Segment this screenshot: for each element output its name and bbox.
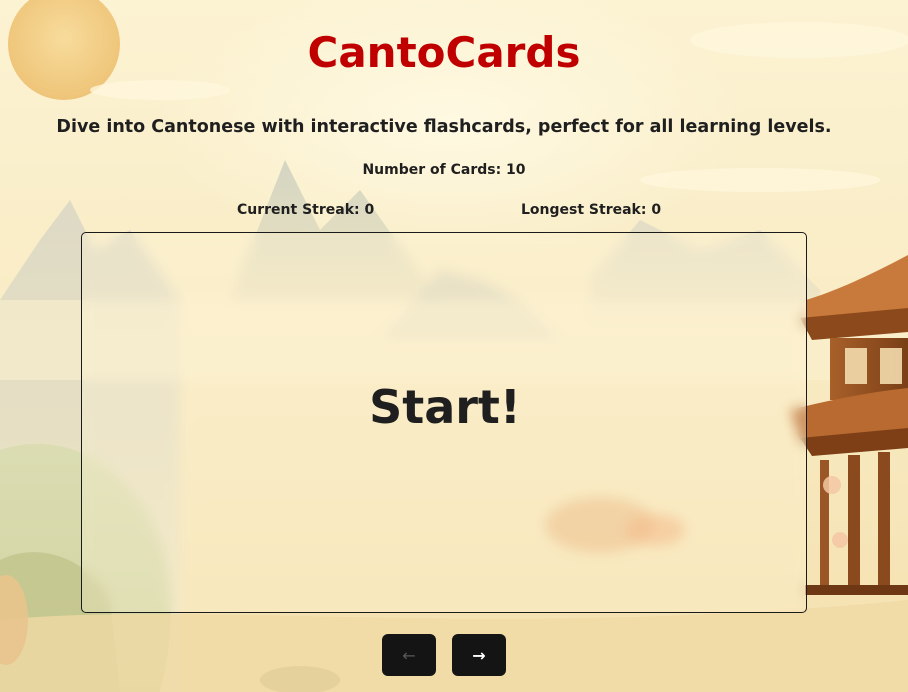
- current-streak-label: Current Streak: 0: [237, 202, 375, 218]
- pavilion-illustration: [790, 255, 908, 595]
- card-count-label: Number of Cards: 10: [362, 162, 526, 178]
- app-title: CantoCards: [307, 28, 581, 77]
- flashcard[interactable]: Start!: [81, 232, 807, 613]
- next-card-button[interactable]: →: [452, 634, 506, 676]
- flashcard-text: Start!: [369, 379, 521, 434]
- arrow-right-icon: →: [472, 645, 486, 665]
- app-subtitle: Dive into Cantonese with interactive fla…: [56, 117, 832, 137]
- arrow-left-icon: ←: [402, 645, 416, 665]
- longest-streak-label: Longest Streak: 0: [521, 202, 662, 218]
- previous-card-button[interactable]: ←: [382, 634, 436, 676]
